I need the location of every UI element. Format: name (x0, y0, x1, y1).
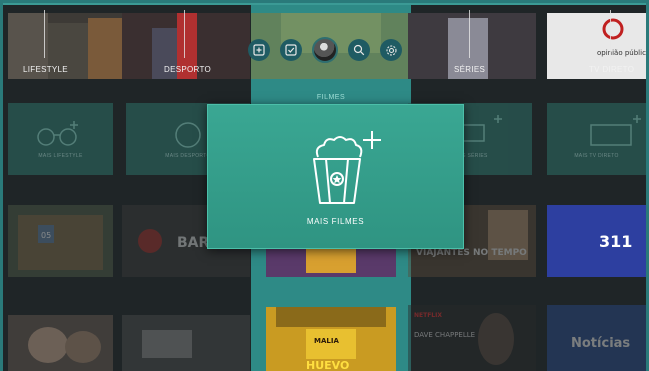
column-tv-direto: opinião público TV DIRETO MAIS TV DIRETO… (547, 5, 646, 371)
tv-thumbnail: Notícias (547, 305, 646, 371)
divider-line (610, 10, 611, 58)
category-label-desporto[interactable]: DESPORTO (164, 65, 211, 74)
app-frame: LIFESTYLE MAIS LIFESTYLE 05 DESPORTO MAI… (3, 3, 646, 371)
search-icon[interactable] (348, 39, 370, 61)
glasses-plus-icon (37, 121, 78, 146)
tile-tv-3[interactable]: 311 (547, 205, 646, 277)
tile-text: VIAJANTES NO TEMPO (416, 248, 527, 258)
tv-thumbnail: 311 (547, 205, 646, 277)
category-label-lifestyle[interactable]: LIFESTYLE (23, 65, 68, 74)
brand-text: NETFLIX (414, 312, 442, 319)
avatar[interactable] (312, 37, 338, 63)
tile-label: MAIS LIFESTYLE (38, 153, 83, 159)
plus-square-icon[interactable] (248, 39, 270, 61)
category-label-filmes[interactable]: FILMES (251, 94, 411, 101)
popcorn-plus-icon (313, 131, 381, 204)
movie-poster (266, 245, 396, 277)
movie-poster-malia: MALIA HUEVO (266, 307, 396, 371)
tile-filmes-3[interactable] (266, 245, 396, 277)
divider-line (469, 10, 470, 58)
tile-text: opinião público (597, 49, 646, 57)
popup-label: MAIS FILMES (306, 217, 365, 226)
tile-mais-lifestyle[interactable]: MAIS LIFESTYLE (8, 103, 113, 175)
check-square-icon[interactable] (280, 39, 302, 61)
poster-subtext: HUEVO (306, 359, 349, 371)
tile-text: Notícias (571, 336, 630, 351)
mais-filmes-focused-tile[interactable]: MAIS FILMES (207, 104, 464, 249)
desporto-thumbnail (122, 315, 250, 371)
channel-badge: 311 (599, 232, 632, 251)
tile-mais-tv-direto[interactable]: MAIS TV DIRETO (547, 103, 646, 175)
tile-filmes-4[interactable]: MALIA HUEVO (266, 307, 396, 371)
tile-tv-4[interactable]: Notícias (547, 305, 646, 371)
tile-label: MAIS TV DIRETO (574, 153, 619, 159)
tile-lifestyle-4[interactable] (8, 315, 113, 371)
column-lifestyle: LIFESTYLE MAIS LIFESTYLE 05 (8, 5, 136, 371)
screen-plus-icon (590, 115, 641, 146)
category-label-series[interactable]: SÉRIES (454, 65, 485, 74)
series-thumbnail: NETFLIX DAVE CHAPPELLE (408, 305, 536, 371)
badge-text: 05 (41, 231, 51, 240)
category-label-tv-direto[interactable]: TV DIRETO (589, 65, 634, 74)
poster-text: MALIA (314, 337, 339, 345)
tile-series-4[interactable]: NETFLIX DAVE CHAPPELLE (408, 305, 536, 371)
divider-line (184, 10, 185, 58)
gear-icon[interactable] (380, 39, 402, 61)
tile-text: DAVE CHAPPELLE (414, 331, 475, 339)
divider-line (44, 10, 45, 58)
lifestyle-thumbnail (8, 315, 113, 371)
tile-desporto-4[interactable] (122, 315, 250, 371)
tile-text: BAR (177, 235, 210, 251)
top-icon-bar (248, 37, 402, 63)
tile-lifestyle-3[interactable]: 05 (8, 205, 113, 277)
lifestyle-thumbnail: 05 (8, 205, 113, 277)
